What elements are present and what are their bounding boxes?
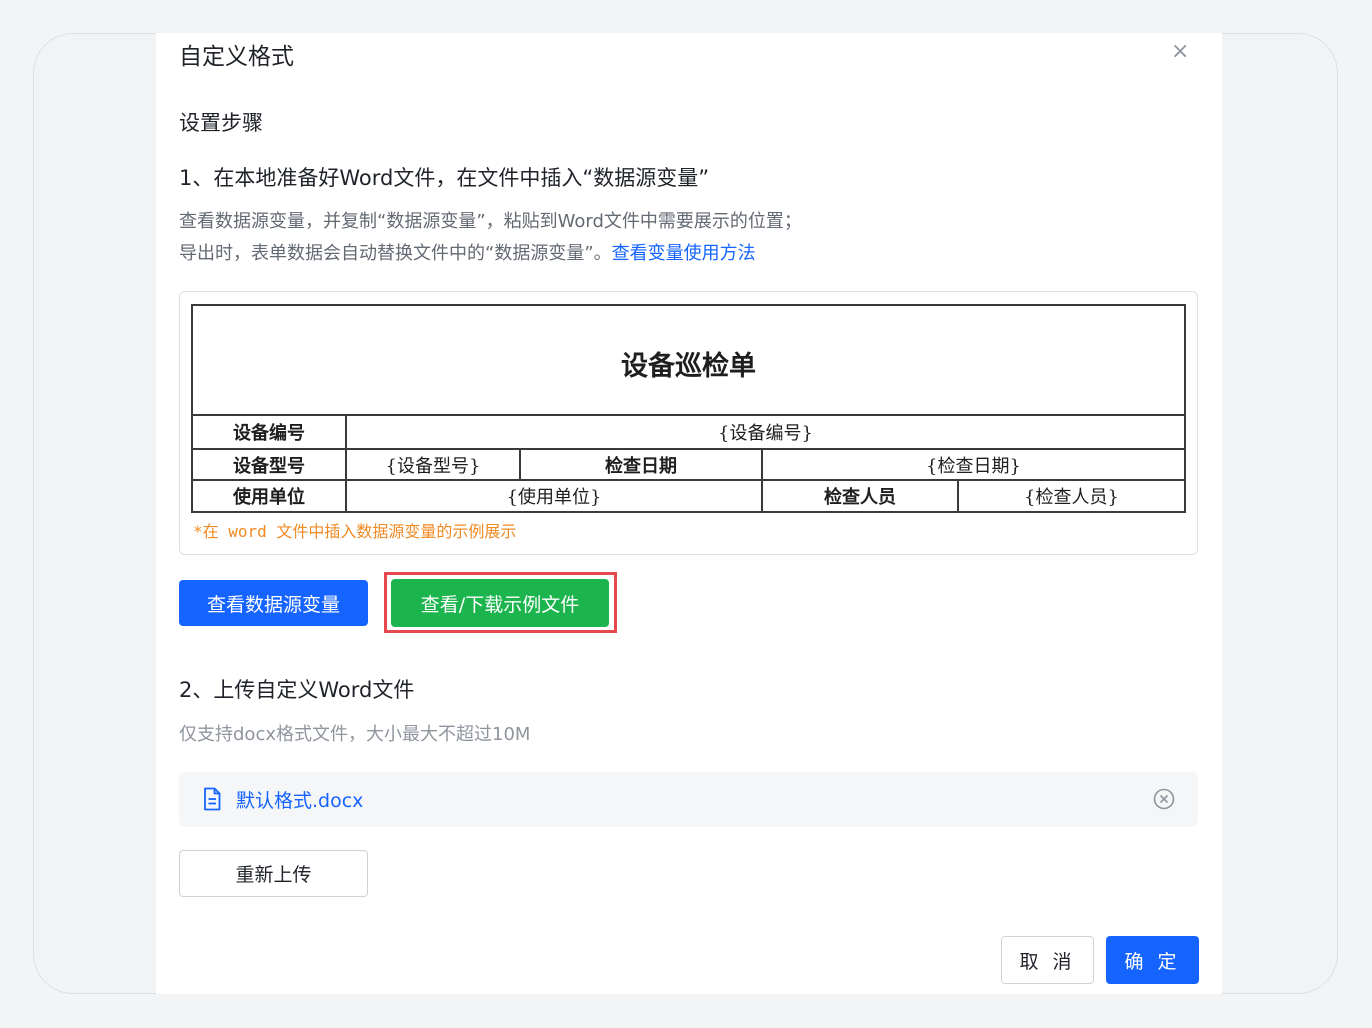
custom-format-dialog: 自定义格式 × 设置步骤 1、在本地准备好Word文件，在文件中插入“数据源变量… [156,33,1222,994]
confirm-button[interactable]: 确 定 [1106,936,1199,984]
document-icon [204,787,221,811]
step1-desc-line1: 查看数据源变量，并复制“数据源变量”，粘贴到Word文件中需要展示的位置； [179,211,802,232]
example-note: *在 word 文件中插入数据源变量的示例展示 [193,522,517,541]
table-cell: 使用单位 [233,487,305,508]
reupload-button[interactable]: 重新上传 [179,850,368,897]
table-cell: 检查人员 [824,487,896,508]
uploaded-file-item: 默认格式.docx [179,772,1198,827]
table-cell: 设备型号 [233,455,305,477]
step2-desc: 仅支持docx格式文件，大小最大不超过10M [179,724,531,745]
close-icon[interactable]: × [1171,39,1189,64]
table-cell: {检查日期} [926,455,1021,477]
variable-usage-link[interactable]: 查看变量使用方法 [612,243,756,264]
table-cell: {检查人员} [1024,487,1119,508]
step1-desc-line2: 导出时，表单数据会自动替换文件中的“数据源变量”。查看变量使用方法 [179,239,756,265]
example-sheet: 设备巡检单 设备编号 {设备编号} 设备型号 {设备型号} 检查日期 {检查日期… [191,304,1186,513]
step1-title: 1、在本地准备好Word文件，在文件中插入“数据源变量” [179,166,710,190]
step1-desc-text: 导出时，表单数据会自动替换文件中的“数据源变量”。 [179,243,612,264]
table-cell: {设备型号} [385,455,481,477]
remove-file-icon[interactable] [1152,787,1176,811]
sheet-title: 设备巡检单 [193,306,1184,416]
table-cell: {使用单位} [506,487,602,508]
table-cell: 检查日期 [605,455,677,477]
download-example-button[interactable]: 查看/下载示例文件 [391,579,609,627]
dialog-title: 自定义格式 [179,44,294,70]
table-cell: 设备编号 [233,423,305,444]
view-variables-button[interactable]: 查看数据源变量 [179,580,368,626]
step2-title: 2、上传自定义Word文件 [179,678,415,702]
uploaded-file-name[interactable]: 默认格式.docx [236,786,363,813]
steps-heading: 设置步骤 [179,111,263,135]
cancel-button[interactable]: 取 消 [1001,936,1094,984]
table-cell: {设备编号} [718,423,813,444]
example-preview: 设备巡检单 设备编号 {设备编号} 设备型号 {设备型号} 检查日期 {检查日期… [179,291,1198,555]
